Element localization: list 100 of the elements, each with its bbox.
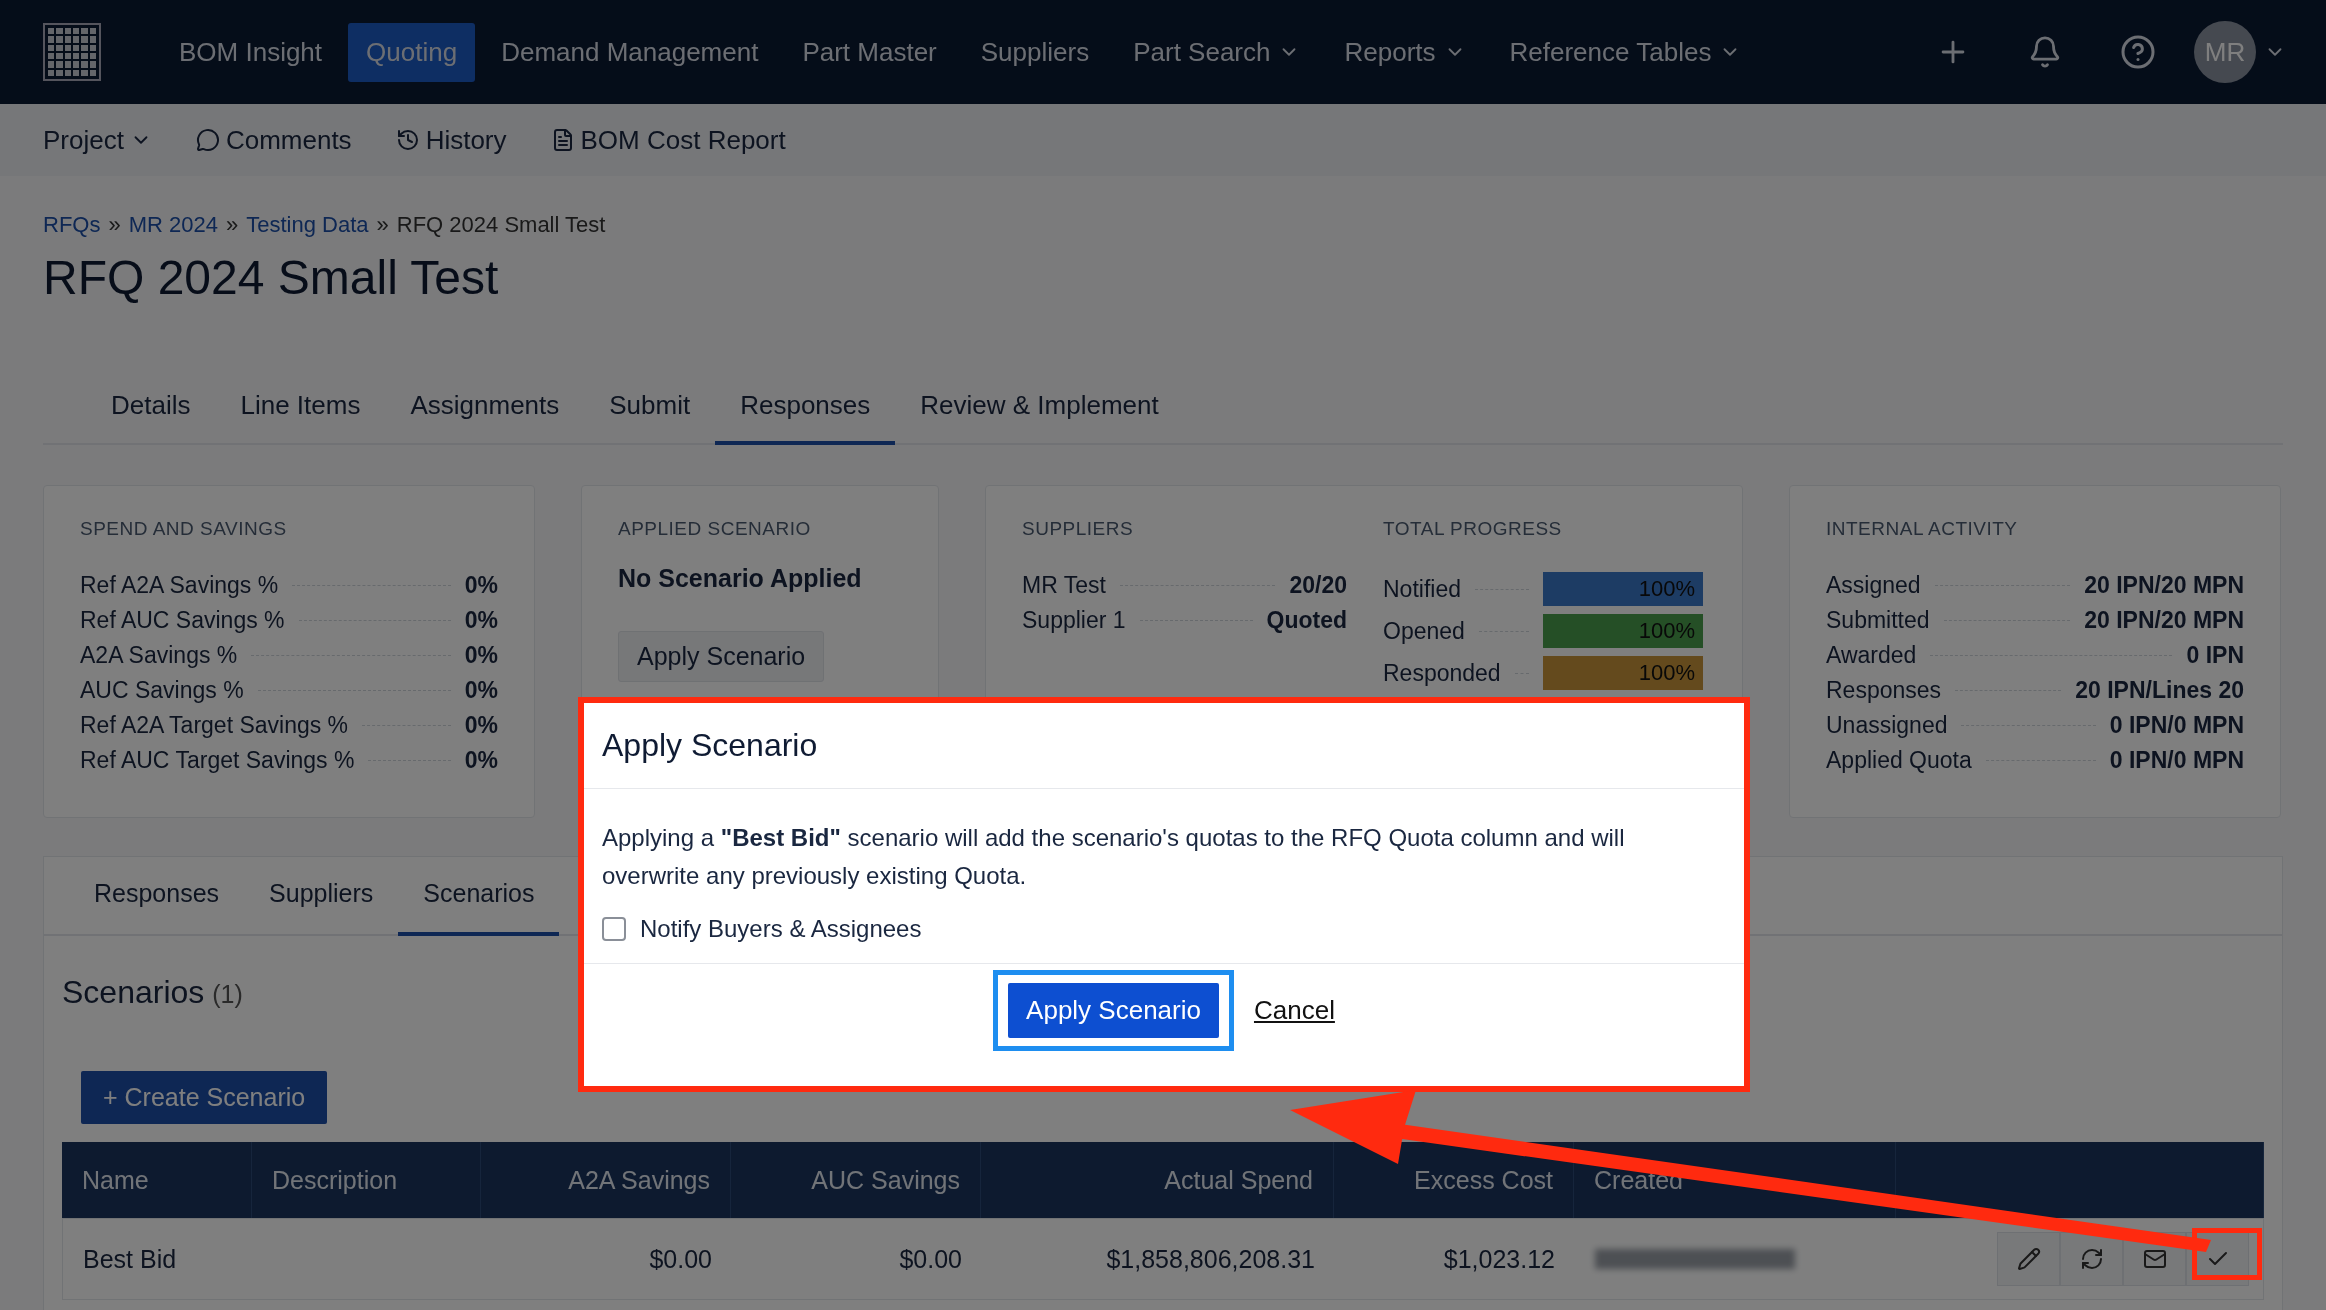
breadcrumb-current: RFQ 2024 Small Test xyxy=(396,212,606,238)
tab[interactable]: Submit xyxy=(584,380,716,445)
cancel-link[interactable]: Cancel xyxy=(1253,995,1335,1026)
stat-value: 0% xyxy=(464,712,498,739)
card-heading: APPLIED SCENARIO xyxy=(618,518,812,540)
apply-scenario-button[interactable]: Apply Scenario xyxy=(993,970,1234,1051)
progress-reading: 100% xyxy=(1638,576,1695,602)
stat-value: 0% xyxy=(464,642,498,669)
nav-item[interactable]: Part Search xyxy=(1115,22,1319,82)
card-heading: SPEND AND SAVINGS xyxy=(80,518,288,540)
stat-value: 0% xyxy=(464,677,498,704)
stat-label: Awarded xyxy=(1826,642,1917,669)
stat-value: 0% xyxy=(464,607,498,634)
breadcrumb-separator: » xyxy=(226,212,239,238)
stat-label: Ref A2A Target Savings % xyxy=(80,712,349,739)
edit-button[interactable] xyxy=(1997,1232,2060,1286)
tab[interactable]: Line Items xyxy=(215,380,386,445)
bell-icon[interactable] xyxy=(2028,35,2062,69)
progress-label: Responded xyxy=(1383,659,1501,687)
pencil-icon xyxy=(2016,1247,2041,1271)
tab[interactable]: Details xyxy=(86,380,216,445)
grid-logo-icon[interactable] xyxy=(43,23,101,81)
stat-value: 0 IPN/0 MPN xyxy=(2109,712,2244,739)
stat-label: Assigned xyxy=(1826,572,1921,599)
stat-label: Ref A2A Savings % xyxy=(80,572,279,599)
breadcrumb-link[interactable]: Testing Data xyxy=(246,212,369,238)
card-heading: SUPPLIERS xyxy=(1022,518,1135,540)
refresh-icon xyxy=(2079,1247,2104,1271)
column-header: Actual Spend xyxy=(1164,1165,1313,1195)
column-header: Excess Cost xyxy=(1414,1165,1553,1195)
stat-label: Ref AUC Target Savings % xyxy=(80,747,355,774)
table-cell: $0.00 xyxy=(649,1244,712,1273)
column-header: A2A Savings xyxy=(568,1165,710,1195)
breadcrumb-link[interactable]: RFQs xyxy=(43,212,101,238)
comment-icon xyxy=(195,128,220,152)
tab[interactable]: Responses xyxy=(715,380,896,445)
nav-item[interactable]: Quoting xyxy=(348,22,476,82)
sub-nav-item[interactable]: Project xyxy=(43,124,152,156)
stat-value: 0 IPN/0 MPN xyxy=(2109,747,2244,774)
tab[interactable]: Assignments xyxy=(385,380,585,445)
breadcrumb-separator: » xyxy=(108,212,121,238)
nav-item[interactable]: Suppliers xyxy=(962,22,1108,82)
nav-item[interactable]: Part Master xyxy=(784,22,955,82)
table-cell: $1,023.12 xyxy=(1443,1244,1555,1273)
scenario-count: (1) xyxy=(212,980,243,1009)
checkbox-label: Notify Buyers & Assignees xyxy=(640,915,922,943)
stat-value: Quoted xyxy=(1266,607,1347,634)
table-cell: Best Bid xyxy=(83,1244,177,1273)
tab[interactable]: Scenarios xyxy=(398,857,560,936)
history-icon xyxy=(395,128,420,152)
table-cell: $1,858,806,208.31 xyxy=(1106,1244,1315,1273)
column-header: AUC Savings xyxy=(811,1165,960,1195)
dialog-title: Apply Scenario xyxy=(584,703,1744,789)
tab[interactable]: Responses xyxy=(69,857,245,936)
progress-label: Notified xyxy=(1383,575,1461,603)
sub-nav-item[interactable]: BOM Cost Report xyxy=(550,124,786,156)
nav-item[interactable]: Demand Management xyxy=(483,22,777,82)
column-header: Description xyxy=(272,1165,398,1195)
create-scenario-button[interactable]: + Create Scenario xyxy=(81,1071,328,1124)
section-title: Scenarios xyxy=(62,974,205,1011)
stat-value: 20 IPN/20 MPN xyxy=(2084,607,2244,634)
sub-nav-item[interactable]: Comments xyxy=(195,124,352,156)
notify-checkbox[interactable] xyxy=(602,917,626,941)
stat-label: AUC Savings % xyxy=(80,677,244,704)
progress-label: Opened xyxy=(1383,617,1465,645)
stat-label: A2A Savings % xyxy=(80,642,238,669)
stat-value: 20/20 xyxy=(1289,572,1347,599)
stat-value: 0% xyxy=(464,747,498,774)
progress-reading: 100% xyxy=(1638,660,1695,686)
stat-value: 20 IPN/Lines 20 xyxy=(2075,677,2244,704)
nav-item[interactable]: Reference Tables xyxy=(1491,22,1760,82)
progress-reading: 100% xyxy=(1638,618,1695,644)
scenario-status: No Scenario Applied xyxy=(618,564,863,593)
stat-value: 0% xyxy=(464,572,498,599)
stat-value: 20 IPN/20 MPN xyxy=(2084,572,2244,599)
sub-nav-item[interactable]: History xyxy=(395,124,507,156)
nav-item[interactable]: Reports xyxy=(1326,22,1484,82)
page-title: RFQ 2024 Small Test xyxy=(43,250,500,305)
help-icon[interactable] xyxy=(2120,34,2156,70)
breadcrumb-separator: » xyxy=(376,212,389,238)
dialog-message: Applying a "Best Bid" scenario will add the scenario's quotas to the RFQ Quota column and will overwrite any previously existing Quota. xyxy=(602,823,1626,891)
card-heading: INTERNAL ACTIVITY xyxy=(1826,518,2019,540)
stat-label: Applied Quota xyxy=(1826,747,1972,774)
nav-item[interactable]: BOM Insight xyxy=(161,22,341,82)
breadcrumb-link[interactable]: MR 2024 xyxy=(128,212,218,238)
tab[interactable]: Review & Implement xyxy=(895,380,1184,445)
card-heading: TOTAL PROGRESS xyxy=(1383,518,1563,540)
apply-scenario-button[interactable]: Apply Scenario xyxy=(618,631,825,682)
tab[interactable]: Suppliers xyxy=(244,857,399,936)
envelope-icon xyxy=(2142,1247,2167,1271)
column-header: Name xyxy=(82,1165,149,1195)
stat-value: 0 IPN xyxy=(2186,642,2244,669)
stat-label: MR Test xyxy=(1022,572,1106,599)
table-cell: $0.00 xyxy=(899,1244,962,1273)
refresh-button[interactable] xyxy=(2060,1232,2123,1286)
stat-label: Supplier 1 xyxy=(1022,607,1126,634)
stat-label: Responses xyxy=(1826,677,1942,704)
stat-label: Ref AUC Savings % xyxy=(80,607,285,634)
stat-label: Submitted xyxy=(1826,607,1930,634)
stat-label: Unassigned xyxy=(1826,712,1948,739)
